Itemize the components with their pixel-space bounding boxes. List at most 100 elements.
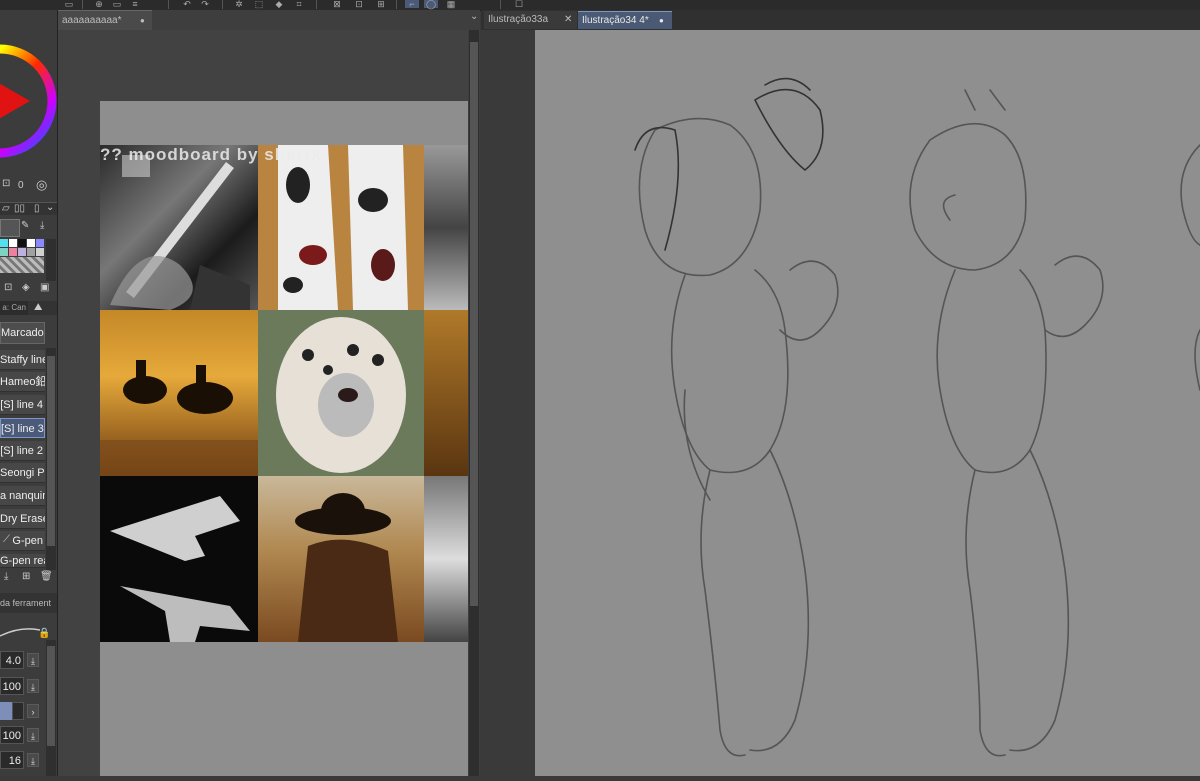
tab-icon[interactable]: ⛰ — [34, 302, 42, 313]
moodboard-watermark: ?? moodboard by sharrk — [100, 145, 323, 164]
guitar-photo — [100, 145, 258, 310]
swatch-empty[interactable] — [0, 257, 44, 273]
scroll-thumb[interactable] — [470, 42, 478, 606]
brush-list-item[interactable]: Dry Eraser — [0, 509, 45, 529]
eyedropper-icon[interactable]: ✎ — [21, 220, 29, 231]
guitar-photo-art — [110, 155, 250, 310]
palette-tab-strip: ▱ ▯▯ ▯ ⌄ — [0, 202, 57, 215]
brush-list-item[interactable]: Hameo鉛筆 — [0, 372, 45, 392]
lock-icon[interactable]: 🔒 — [38, 628, 50, 639]
property-dynamics-icon[interactable]: ⤓ — [27, 728, 39, 742]
tab-ilustracao34[interactable]: Ilustração34 4* ● — [578, 11, 672, 29]
brush-group-tab[interactable]: Marcador — [0, 322, 45, 344]
subtool-tab[interactable]: a: Can — [0, 301, 28, 315]
pistols-photo — [100, 476, 258, 642]
property-scrollbar[interactable] — [46, 640, 56, 776]
cowhide-chaps-photo — [258, 145, 424, 310]
chevron-right-icon[interactable]: › — [27, 704, 39, 718]
snap-ruler-icon[interactable]: ⌐ — [405, 0, 419, 9]
tab-label: Ilustração34 4* — [582, 15, 649, 26]
toolbar-divider — [316, 0, 317, 9]
subtool-copy-icon[interactable]: ⊞ — [22, 571, 30, 582]
brush-list-item[interactable]: Seongi Pen — [0, 463, 45, 483]
snap-grid-icon[interactable]: ▦ — [444, 0, 458, 9]
selection-icon[interactable]: ⊞ — [374, 0, 388, 9]
chevron-down-icon[interactable]: ⌄ — [46, 202, 54, 213]
palette-scrollbar[interactable] — [46, 239, 56, 281]
selection-invert-icon[interactable]: ⊡ — [352, 0, 366, 9]
toolbar-divider — [500, 0, 501, 9]
layer-copy-icon[interactable]: ▭ — [110, 0, 124, 9]
cowboy-hat-photo — [258, 476, 424, 642]
brush-list-item-selected[interactable]: [S] line 3 — [0, 418, 45, 438]
close-icon[interactable]: ✕ — [564, 11, 572, 29]
brush-size-dynamics-icon[interactable]: ⤓ — [27, 653, 39, 667]
snap-ring-icon[interactable]: ◯ — [424, 0, 438, 9]
brush-list-item[interactable]: Staffy lines — [0, 350, 45, 370]
fill-icon[interactable]: ◆ — [272, 0, 286, 9]
brush-list-item[interactable]: G-pen real — [0, 554, 45, 568]
palette-add-icon[interactable]: ⊡ — [4, 282, 12, 293]
palette-tab-icon[interactable]: ▯▯ — [14, 203, 25, 214]
layer-stack-icon[interactable]: ≡ — [128, 0, 142, 9]
sketch-figure-1 — [634, 77, 839, 757]
subtool-download-icon[interactable]: ⤓ — [4, 571, 8, 582]
brush-list-item[interactable]: [S] line 4 — [0, 395, 45, 415]
crop-icon[interactable]: ⌗ — [292, 0, 306, 9]
redo-icon[interactable]: ↷ — [198, 0, 212, 9]
property-input[interactable]: 16 — [0, 751, 24, 769]
palette-delete-icon[interactable]: ▣ — [40, 282, 49, 293]
color-wheel[interactable] — [0, 26, 58, 176]
palette-select[interactable] — [0, 219, 20, 237]
cowboys-sunset-art — [100, 360, 258, 476]
preview-icon[interactable]: ☐ — [512, 0, 526, 9]
palette-fill-icon[interactable]: ◈ — [22, 282, 30, 293]
opacity-input[interactable]: 100 — [0, 677, 24, 695]
unsaved-dot-icon[interactable]: ● — [140, 11, 145, 30]
color-swatch-grid[interactable] — [0, 239, 45, 281]
swatch[interactable] — [27, 239, 35, 247]
brush-list-item[interactable]: [S] line 2 — [0, 441, 45, 461]
middle-doc-tab[interactable]: aaaaaaaaaa* ● — [58, 10, 152, 30]
swatch[interactable] — [0, 239, 8, 247]
chevron-down-icon[interactable]: ⌄ — [470, 11, 478, 22]
engraved-metal-photo — [424, 145, 468, 310]
unsaved-dot-icon[interactable]: ● — [659, 12, 664, 30]
swatch[interactable] — [27, 248, 35, 256]
sketch-figure-3-partial — [1180, 144, 1200, 391]
palette-tab-icon[interactable]: ▱ — [2, 203, 10, 214]
right-canvas[interactable] — [535, 30, 1200, 776]
slider-track[interactable] — [12, 702, 24, 720]
trash-icon[interactable]: 🗑 — [40, 571, 53, 582]
scroll-thumb[interactable] — [47, 356, 55, 546]
swatch[interactable] — [18, 248, 26, 256]
skull-photo — [424, 476, 468, 642]
save-icon[interactable]: ▭ — [62, 0, 76, 9]
selection-clear-icon[interactable]: ⊠ — [330, 0, 344, 9]
slider-fill[interactable] — [0, 702, 12, 720]
brush-list-scrollbar[interactable] — [46, 348, 56, 570]
swatch[interactable] — [0, 248, 8, 256]
property-dynamics-icon[interactable]: ⤓ — [27, 753, 39, 767]
swatch[interactable] — [18, 239, 26, 247]
scroll-thumb[interactable] — [47, 646, 55, 746]
swatch[interactable] — [9, 239, 17, 247]
left-tool-panel: ⊡ 0 ◎ ▱ ▯▯ ▯ ⌄ ✎ ⤓ ⊡ ◈ ▣ a: Can ⛰ Marcad… — [0, 10, 58, 776]
color-mode-icon[interactable]: ◎ — [36, 177, 47, 193]
undo-icon[interactable]: ↶ — [180, 0, 194, 9]
swatch[interactable] — [36, 239, 44, 247]
opacity-dynamics-icon[interactable]: ⤓ — [27, 679, 39, 693]
property-input[interactable]: 100 — [0, 726, 24, 744]
download-icon[interactable]: ⤓ — [40, 220, 44, 231]
swatch[interactable] — [36, 248, 44, 256]
tab-label: Ilustração33a — [488, 14, 549, 25]
new-layer-icon[interactable]: ⊕ — [92, 0, 106, 9]
brush-size-input[interactable]: 4.0 — [0, 651, 24, 669]
sparkle-icon[interactable]: ✲ — [232, 0, 246, 9]
tab-ilustracao33a[interactable]: Ilustração33a ✕ — [484, 11, 577, 29]
swatch[interactable] — [9, 248, 17, 256]
color-slot-icon[interactable]: ⊡ — [2, 178, 10, 189]
transform-icon[interactable]: ⬚ — [252, 0, 266, 9]
brush-list-item[interactable]: a nanquin — [0, 486, 45, 506]
palette-tab-icon[interactable]: ▯ — [34, 203, 40, 214]
